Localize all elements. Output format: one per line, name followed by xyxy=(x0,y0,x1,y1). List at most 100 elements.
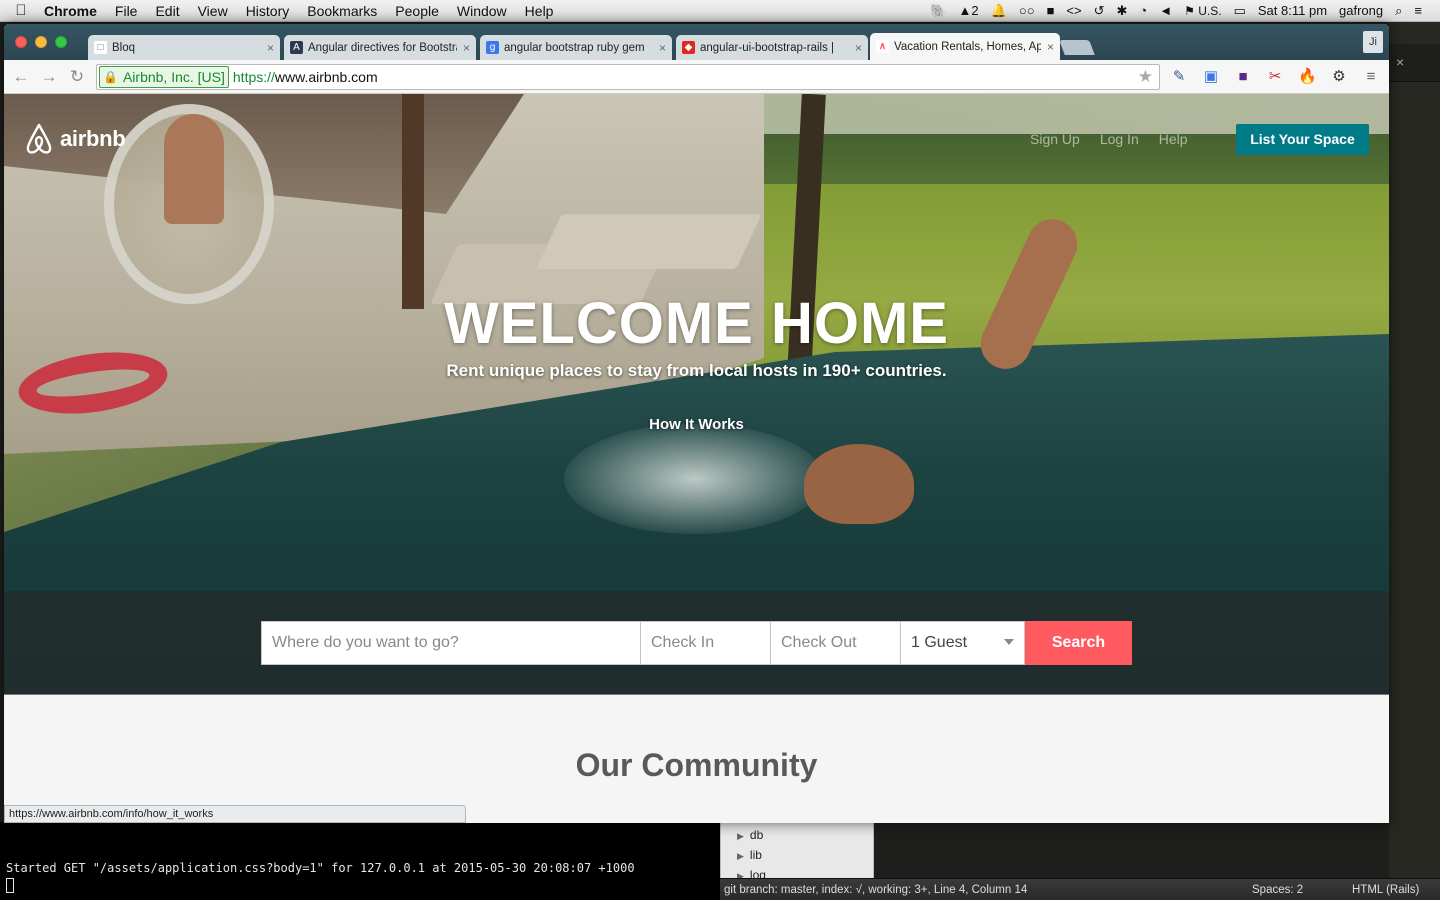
url-text[interactable]: https://www.airbnb.com xyxy=(233,69,378,85)
address-bar[interactable]: 🔒 Airbnb, Inc. [US] https://www.airbnb.c… xyxy=(96,64,1160,90)
tree-folder-log[interactable]: ▶ log xyxy=(737,868,766,878)
notification-bell-icon[interactable]: 🔔 xyxy=(985,3,1013,19)
tab-angular-directives[interactable]: A Angular directives for Bootstrap × xyxy=(284,35,476,60)
tab-close-icon[interactable]: × xyxy=(659,41,666,55)
clock[interactable]: Sat 8:11 pm xyxy=(1252,3,1333,18)
tab-title: angular bootstrap ruby gem xyxy=(504,41,645,54)
tree-folder-lib[interactable]: ▶ lib xyxy=(737,848,762,862)
logo-text: airbnb xyxy=(60,126,126,151)
profile-button[interactable]: Ji xyxy=(1363,31,1383,53)
list-your-space-button[interactable]: List Your Space xyxy=(1236,124,1369,155)
terminal-window[interactable]: Started GET "/assets/application.css?bod… xyxy=(0,822,720,900)
adobe-count: 2 xyxy=(971,3,979,18)
bookmark-star-icon[interactable]: ★ xyxy=(1138,67,1153,87)
chrome-window: □ Bloq × A Angular directives for Bootst… xyxy=(4,24,1389,823)
sign-up-link[interactable]: Sign Up xyxy=(1030,131,1080,147)
editor-status-spaces[interactable]: Spaces: 2 xyxy=(1252,884,1303,896)
back-arrow-icon[interactable]: ← xyxy=(11,67,31,87)
tab-google-search[interactable]: g angular bootstrap ruby gem × xyxy=(480,35,672,60)
search-button[interactable]: Search xyxy=(1025,621,1132,665)
menu-bookmarks[interactable]: Bookmarks xyxy=(298,3,386,19)
tab-close-icon[interactable]: × xyxy=(463,41,470,55)
check-in-input[interactable]: Check In xyxy=(641,621,771,665)
bluetooth-icon[interactable]: ✱ xyxy=(1111,3,1134,19)
wifi-icon[interactable]: ◔ xyxy=(1133,3,1153,18)
scissors-extension-icon[interactable]: ✂ xyxy=(1266,68,1284,86)
menu-window[interactable]: Window xyxy=(448,3,516,19)
tab-close-icon[interactable]: × xyxy=(1047,40,1054,54)
menu-people[interactable]: People xyxy=(386,3,448,19)
tab-airbnb[interactable]: ∧ Vacation Rentals, Homes, Apartments × xyxy=(870,33,1060,60)
terminal-log-line: Started GET "/assets/application.css?bod… xyxy=(6,861,635,875)
page-viewport[interactable]: airbnb Sign Up Log In Help List Your Spa… xyxy=(4,94,1389,823)
adobe-icon[interactable]: ▲2 xyxy=(953,3,985,18)
tab-close-icon[interactable]: × xyxy=(855,41,862,55)
fire-extension-icon[interactable]: 🔥 xyxy=(1298,68,1317,86)
airbnb-icon: ∧ xyxy=(876,40,889,53)
chrome-menu-icon[interactable]: ≡ xyxy=(1362,68,1380,86)
window-close-button[interactable] xyxy=(15,36,27,48)
notification-center-icon[interactable]: ≡ xyxy=(1408,3,1428,18)
window-zoom-button[interactable] xyxy=(55,36,67,48)
evernote-elephant-icon[interactable]: 🐘 xyxy=(924,3,952,19)
tab-title: angular-ui-bootstrap-rails | xyxy=(700,41,835,54)
user-name[interactable]: gafrong xyxy=(1333,3,1389,18)
how-it-works-link[interactable]: How It Works xyxy=(4,416,1389,433)
editor-file-tree: ▶ db ▶ lib ▶ log xyxy=(720,822,874,878)
tree-folder-label: log xyxy=(749,868,766,878)
reload-icon[interactable]: ↻ xyxy=(67,67,87,87)
new-tab-button[interactable] xyxy=(1059,40,1095,55)
screen-capture-extension-icon[interactable]: ■ xyxy=(1234,68,1252,86)
check-out-input[interactable]: Check Out xyxy=(771,621,901,665)
apple-menu-icon[interactable]:  xyxy=(0,2,42,19)
volume-icon[interactable]: ◄ xyxy=(1153,3,1178,18)
editor-tab-close-icon[interactable]: × xyxy=(1396,54,1404,70)
ev-certificate-badge[interactable]: 🔒 Airbnb, Inc. [US] xyxy=(99,66,229,88)
guests-select[interactable]: 1 Guest xyxy=(901,621,1025,665)
eyedropper-extension-icon[interactable]: ✎ xyxy=(1170,68,1188,86)
menu-view[interactable]: View xyxy=(189,3,237,19)
forward-arrow-icon[interactable]: → xyxy=(39,67,59,87)
destination-input[interactable]: Where do you want to go? xyxy=(261,621,641,665)
window-resizer-extension-icon[interactable]: ▣ xyxy=(1202,68,1220,86)
tab-title: Vacation Rentals, Homes, Apartments xyxy=(894,40,1041,53)
input-source-flag-icon[interactable]: ⚑ U.S. xyxy=(1178,4,1227,18)
help-link[interactable]: Help xyxy=(1159,131,1188,147)
menu-file[interactable]: File xyxy=(106,3,147,19)
menu-edit[interactable]: Edit xyxy=(146,3,188,19)
tab-title: Bloq xyxy=(112,41,136,54)
tree-folder-db[interactable]: ▶ db xyxy=(737,828,763,842)
community-title: Our Community xyxy=(575,747,818,783)
editor-status-bar: git branch: master, index: √, working: 3… xyxy=(720,878,1440,900)
gear-icon[interactable]: ⚙ xyxy=(1330,68,1348,86)
evernote-icon[interactable]: ■ xyxy=(1041,3,1061,18)
log-in-link[interactable]: Log In xyxy=(1100,131,1139,147)
search-band: Where do you want to go? Check In Check … xyxy=(4,591,1389,695)
menu-history[interactable]: History xyxy=(237,3,299,19)
menu-help[interactable]: Help xyxy=(516,3,563,19)
browser-toolbar: ← → ↻ 🔒 Airbnb, Inc. [US] https://www.ai… xyxy=(4,60,1389,94)
tab-close-icon[interactable]: × xyxy=(267,41,274,55)
code-brackets-icon[interactable]: <> xyxy=(1060,3,1087,18)
glasses-icon[interactable]: ○○ xyxy=(1013,3,1041,18)
menu-app-chrome[interactable]: Chrome xyxy=(42,3,106,19)
chevron-down-icon xyxy=(1004,639,1014,645)
editor-status-syntax[interactable]: HTML (Rails) xyxy=(1352,884,1419,896)
tree-folder-label: db xyxy=(749,828,764,842)
tab-bloq[interactable]: □ Bloq × xyxy=(88,35,280,60)
battery-icon[interactable]: ▭ xyxy=(1228,3,1252,19)
rubygems-icon: ◆ xyxy=(682,41,695,54)
disclosure-triangle-icon[interactable]: ▶ xyxy=(737,871,744,878)
window-minimize-button[interactable] xyxy=(35,36,47,48)
url-scheme: https:// xyxy=(232,69,275,85)
disclosure-triangle-icon[interactable]: ▶ xyxy=(737,831,744,841)
disclosure-triangle-icon[interactable]: ▶ xyxy=(737,851,744,861)
google-icon: g xyxy=(486,41,499,54)
page-icon: □ xyxy=(94,41,107,54)
lock-icon: 🔒 xyxy=(103,70,118,84)
airbnb-logo[interactable]: airbnb xyxy=(24,122,126,156)
link-status-bubble: https://www.airbnb.com/info/how_it_works xyxy=(4,805,466,823)
spotlight-search-icon[interactable]: ⌕ xyxy=(1389,3,1408,19)
time-machine-icon[interactable]: ↺ xyxy=(1088,3,1111,19)
tab-rubygems[interactable]: ◆ angular-ui-bootstrap-rails | × xyxy=(676,35,868,60)
